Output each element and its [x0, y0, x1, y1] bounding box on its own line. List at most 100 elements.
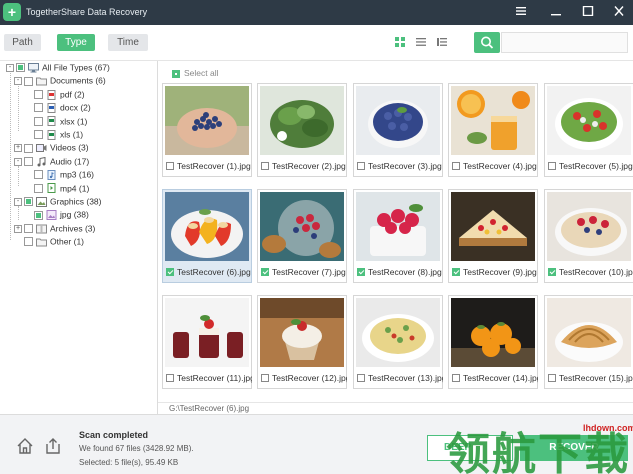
maximize-icon[interactable]	[577, 3, 599, 21]
collapse-icon[interactable]: -	[6, 63, 14, 72]
tab-type[interactable]: Type	[57, 34, 95, 51]
tree-item-videos[interactable]: + Videos (3)	[14, 141, 89, 154]
tree-item-all[interactable]: - All File Types (67)	[6, 61, 110, 74]
tab-time[interactable]: Time	[108, 34, 148, 51]
file-name: TestRecover (1).jpg	[177, 161, 251, 171]
file-checkbox[interactable]	[357, 161, 365, 170]
tree-item-label: All File Types (67)	[42, 62, 110, 73]
search-button[interactable]	[474, 32, 500, 53]
file-card[interactable]: TestRecover (10).jpg	[544, 189, 633, 283]
tree-item-mp4[interactable]: mp4 (1)	[24, 182, 89, 195]
tree-item-xls[interactable]: xls (1)	[24, 128, 83, 141]
file-card[interactable]: TestRecover (13).jpg	[353, 295, 443, 389]
file-checkbox[interactable]	[452, 161, 460, 170]
search-icon	[481, 36, 494, 49]
file-checkbox[interactable]	[166, 373, 174, 382]
file-card[interactable]: TestRecover (14).jpg	[448, 295, 538, 389]
file-caption: TestRecover (2).jpg	[261, 160, 347, 172]
collapse-icon[interactable]: -	[14, 197, 22, 206]
tree-checkbox[interactable]	[34, 130, 43, 140]
file-name: TestRecover (4).jpg	[463, 161, 537, 171]
select-all-checkbox[interactable]: Select all	[172, 68, 219, 78]
collapse-icon[interactable]: -	[14, 157, 22, 166]
tree-checkbox[interactable]	[24, 76, 33, 86]
selection-summary: Selected: 5 file(s), 95.49 KB	[79, 458, 179, 467]
search-input[interactable]	[501, 32, 628, 53]
file-card[interactable]: TestRecover (5).jpg	[544, 83, 633, 177]
file-card[interactable]: TestRecover (8).jpg	[353, 189, 443, 283]
file-caption: TestRecover (3).jpg	[357, 160, 443, 172]
list-view-icon[interactable]	[415, 36, 427, 48]
thumbnail-image	[451, 298, 535, 367]
thumbnail-image	[547, 192, 631, 261]
collapse-icon[interactable]: -	[14, 77, 22, 86]
file-checkbox[interactable]	[261, 161, 269, 170]
file-name: TestRecover (3).jpg	[368, 161, 442, 171]
file-checkbox[interactable]	[548, 267, 556, 276]
file-checkbox[interactable]	[357, 373, 365, 382]
file-card[interactable]: TestRecover (11).jpg	[162, 295, 252, 389]
tree-checkbox[interactable]	[34, 90, 43, 100]
file-card[interactable]: TestRecover (3).jpg	[353, 83, 443, 177]
tree-checkbox[interactable]	[34, 210, 43, 220]
file-card[interactable]: TestRecover (4).jpg	[448, 83, 538, 177]
file-caption: TestRecover (11).jpg	[166, 372, 252, 384]
tree-item-label: docx (2)	[60, 102, 91, 113]
menu-icon[interactable]	[510, 3, 532, 21]
tree-item-docx[interactable]: docx (2)	[24, 101, 91, 114]
grid-view-icon[interactable]	[394, 36, 406, 48]
tree-checkbox[interactable]	[24, 143, 33, 153]
expand-icon[interactable]: +	[14, 224, 22, 233]
export-icon[interactable]	[43, 436, 63, 456]
tree-item-label: mp3 (16)	[60, 169, 95, 180]
file-card[interactable]: TestRecover (9).jpg	[448, 189, 538, 283]
tree-checkbox[interactable]	[34, 103, 43, 113]
tree-checkbox[interactable]	[24, 157, 33, 167]
tree-item-pdf[interactable]: pdf (2)	[24, 88, 85, 101]
jpg-file-icon	[46, 210, 57, 221]
file-checkbox[interactable]	[261, 373, 269, 382]
home-icon[interactable]	[15, 436, 35, 456]
file-checkbox[interactable]	[261, 267, 269, 276]
file-checkbox[interactable]	[548, 373, 556, 382]
file-card[interactable]: TestRecover (7).jpg	[257, 189, 347, 283]
tree-checkbox[interactable]	[34, 116, 43, 126]
file-checkbox[interactable]	[452, 373, 460, 382]
file-card[interactable]: TestRecover (1).jpg	[162, 83, 252, 177]
thumbnail-image	[451, 192, 535, 261]
tree-item-mp3[interactable]: mp3 (16)	[24, 168, 94, 181]
minimize-icon[interactable]	[545, 3, 567, 21]
file-name: TestRecover (9).jpg	[463, 267, 537, 277]
file-checkbox[interactable]	[548, 161, 556, 170]
file-card[interactable]: TestRecover (2).jpg	[257, 83, 347, 177]
tree-item-xlsx[interactable]: xlsx (1)	[24, 115, 87, 128]
file-caption: TestRecover (14).jpg	[452, 372, 538, 384]
tree-checkbox[interactable]	[16, 63, 25, 73]
detail-view-icon[interactable]	[436, 36, 448, 48]
tree-checkbox[interactable]	[24, 237, 33, 247]
file-checkbox[interactable]	[357, 267, 365, 276]
thumbnail-image	[260, 192, 344, 261]
tree-checkbox[interactable]	[34, 170, 43, 180]
close-icon[interactable]	[608, 3, 630, 21]
tree-item-jpg[interactable]: jpg (38)	[24, 208, 89, 221]
file-card[interactable]: TestRecover (15).jpg	[544, 295, 633, 389]
file-checkbox[interactable]	[166, 267, 174, 276]
file-card[interactable]: TestRecover (12).jpg	[257, 295, 347, 389]
tree-item-documents[interactable]: - Documents (6)	[14, 74, 106, 87]
tree-item-graphics[interactable]: - Graphics (38)	[14, 195, 102, 208]
file-name: TestRecover (12).jpg	[272, 373, 347, 383]
tab-path[interactable]: Path	[4, 34, 41, 51]
tree-checkbox[interactable]	[34, 183, 43, 193]
file-name: TestRecover (7).jpg	[272, 267, 346, 277]
tree-item-label: xlsx (1)	[60, 115, 88, 126]
tree-item-archives[interactable]: + Archives (3)	[14, 222, 95, 235]
tree-checkbox[interactable]	[24, 224, 33, 234]
file-checkbox[interactable]	[166, 161, 174, 170]
file-checkbox[interactable]	[452, 267, 460, 276]
expand-icon[interactable]: +	[14, 144, 22, 153]
tree-checkbox[interactable]	[24, 197, 33, 207]
tree-item-audio[interactable]: - Audio (17)	[14, 155, 89, 168]
tree-item-other[interactable]: Other (1)	[14, 235, 84, 248]
file-card[interactable]: TestRecover (6).jpg	[162, 189, 252, 283]
